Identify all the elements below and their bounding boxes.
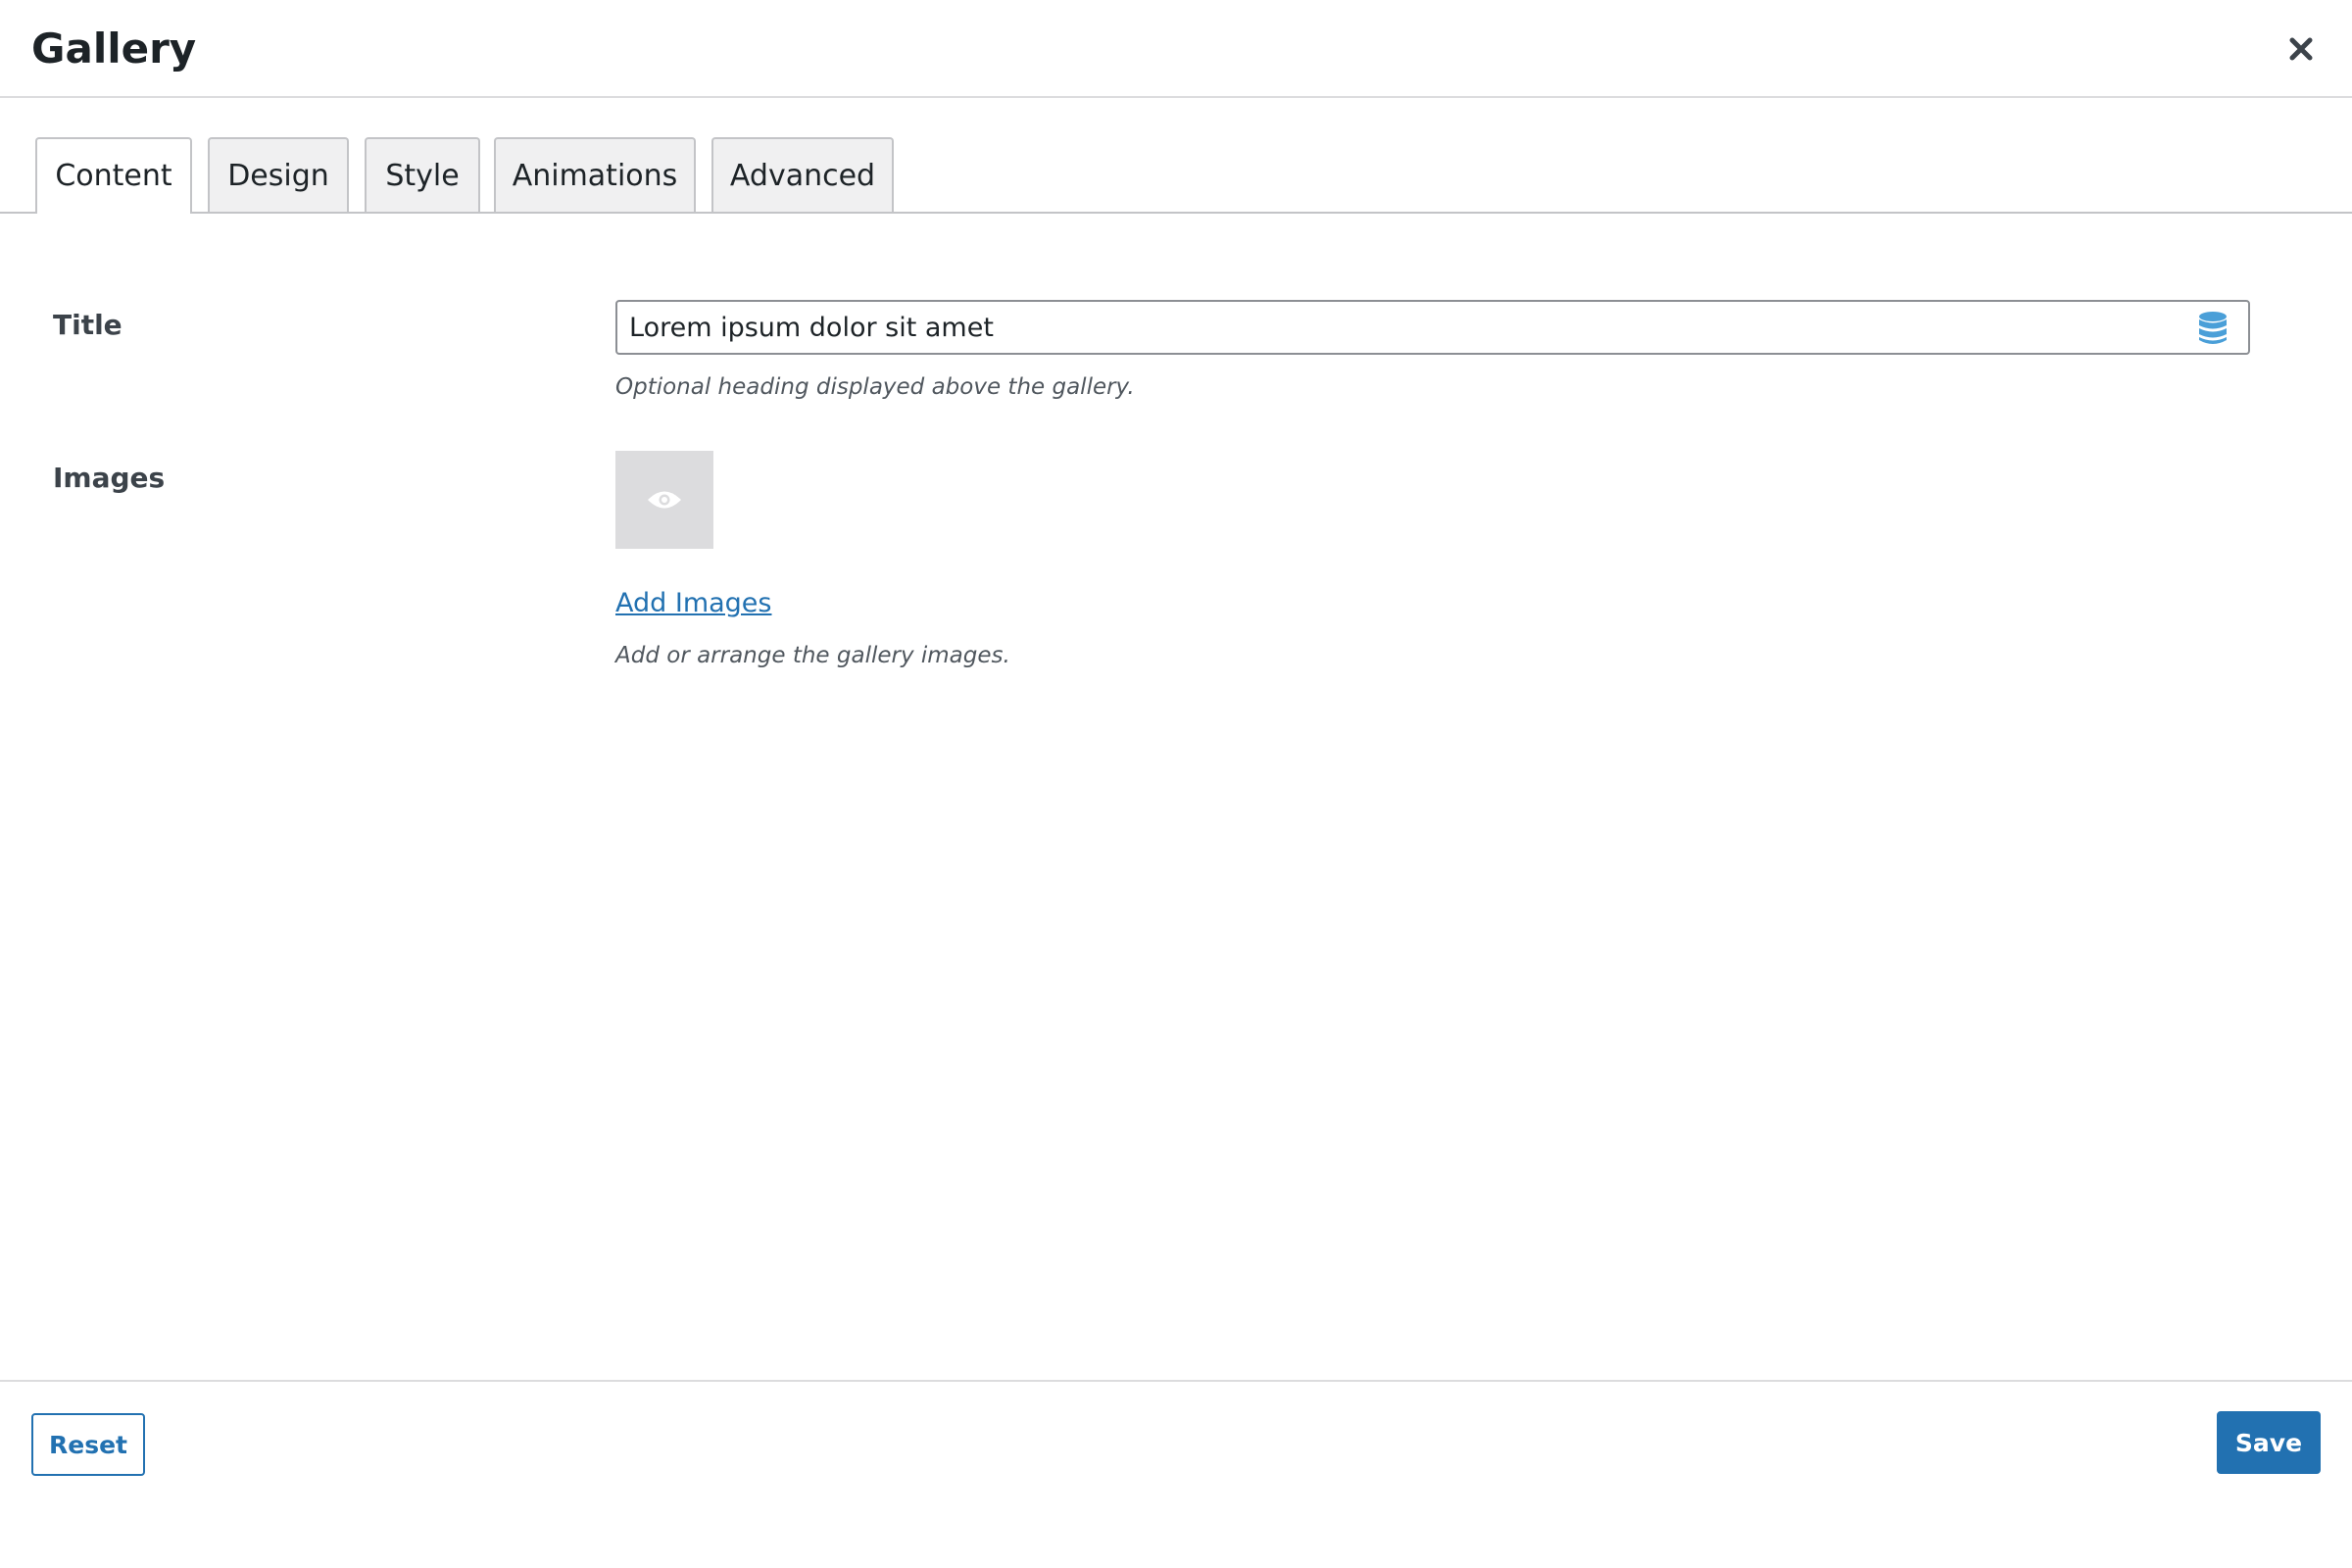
save-button[interactable]: Save (2217, 1411, 2321, 1474)
tab-style[interactable]: Style (365, 137, 480, 212)
database-icon[interactable] (2197, 311, 2229, 346)
title-help-text: Optional heading displayed above the gal… (615, 374, 1135, 400)
image-placeholder-thumb[interactable] (615, 451, 713, 549)
modal-footer: Reset Save (0, 1380, 2352, 1568)
gallery-modal: Gallery Content Design Style Animations … (0, 0, 2352, 1568)
modal-header: Gallery (0, 0, 2352, 98)
tab-design[interactable]: Design (208, 137, 349, 212)
add-images-link[interactable]: Add Images (615, 586, 771, 621)
close-icon (2289, 37, 2313, 61)
close-button[interactable] (2279, 27, 2323, 71)
eye-icon (648, 491, 681, 509)
images-help-text: Add or arrange the gallery images. (615, 643, 1010, 668)
images-label: Images (53, 462, 166, 494)
title-label: Title (53, 309, 122, 341)
modal-title: Gallery (31, 24, 197, 73)
tab-bar: Content Design Style Animations Advanced (0, 137, 2352, 214)
tab-content[interactable]: Content (35, 137, 192, 214)
title-field (615, 300, 2250, 355)
title-input[interactable] (617, 302, 2176, 353)
tab-animations[interactable]: Animations (494, 137, 696, 212)
reset-button[interactable]: Reset (31, 1413, 145, 1476)
tab-advanced[interactable]: Advanced (711, 137, 894, 212)
